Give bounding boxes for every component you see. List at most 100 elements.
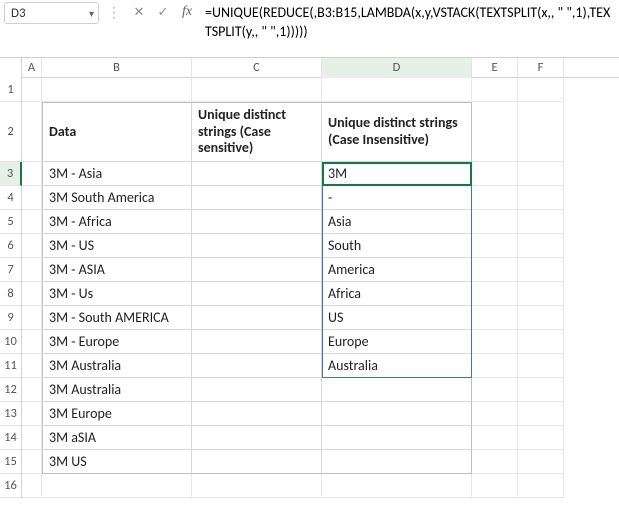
cell[interactable] xyxy=(192,378,322,402)
cell[interactable] xyxy=(22,102,42,162)
cell[interactable]: 3M - Europe xyxy=(42,330,192,354)
cell[interactable] xyxy=(518,402,564,426)
cell[interactable]: Unique distinct strings (Case Insensitiv… xyxy=(322,102,472,162)
cell[interactable] xyxy=(22,354,42,378)
col-header-D[interactable]: D xyxy=(322,58,472,80)
cell[interactable] xyxy=(22,330,42,354)
cell[interactable] xyxy=(22,186,42,210)
cell[interactable] xyxy=(22,234,42,258)
cell[interactable] xyxy=(22,378,42,402)
cell[interactable]: 3M aSIA xyxy=(42,426,192,450)
cell[interactable]: America xyxy=(322,258,472,282)
cell[interactable] xyxy=(192,282,322,306)
col-header-F[interactable]: F xyxy=(518,58,564,80)
row-header-3[interactable]: 3 xyxy=(0,162,22,186)
cell[interactable] xyxy=(472,354,518,378)
cell[interactable] xyxy=(472,426,518,450)
cell[interactable] xyxy=(472,378,518,402)
cell[interactable] xyxy=(322,402,472,426)
cell[interactable] xyxy=(192,474,322,498)
cell[interactable] xyxy=(518,210,564,234)
cell[interactable] xyxy=(472,78,518,102)
cell[interactable] xyxy=(192,402,322,426)
cell[interactable] xyxy=(472,234,518,258)
cell[interactable] xyxy=(472,210,518,234)
cell[interactable]: 3M - US xyxy=(42,234,192,258)
cell[interactable]: 3M US xyxy=(42,450,192,474)
chevron-down-icon[interactable]: ▾ xyxy=(87,7,96,20)
row-header-2[interactable]: 2 xyxy=(0,102,21,162)
cell[interactable] xyxy=(518,78,564,102)
cell[interactable]: Africa xyxy=(322,282,472,306)
row-header-15[interactable]: 15 xyxy=(0,450,21,474)
cell[interactable] xyxy=(518,474,564,498)
cell[interactable] xyxy=(472,402,518,426)
col-header-B[interactable]: B xyxy=(42,58,192,80)
cell[interactable] xyxy=(22,474,42,498)
cell[interactable] xyxy=(192,354,322,378)
cell[interactable] xyxy=(518,306,564,330)
cell[interactable]: 3M xyxy=(322,162,472,186)
cell[interactable] xyxy=(192,450,322,474)
cell[interactable]: Asia xyxy=(322,210,472,234)
cell[interactable]: 3M - Asia xyxy=(42,162,192,186)
cell[interactable] xyxy=(518,162,564,186)
cell[interactable]: 3M Australia xyxy=(42,354,192,378)
cell[interactable] xyxy=(192,210,322,234)
cell[interactable]: Europe xyxy=(322,330,472,354)
cell[interactable]: 3M - South AMERICA xyxy=(42,306,192,330)
cell[interactable] xyxy=(192,234,322,258)
cell[interactable] xyxy=(472,306,518,330)
cell[interactable]: - xyxy=(322,186,472,210)
cell[interactable] xyxy=(472,282,518,306)
cell[interactable] xyxy=(518,102,564,162)
cell[interactable]: 3M - ASIA xyxy=(42,258,192,282)
cell[interactable] xyxy=(22,450,42,474)
cell[interactable] xyxy=(322,378,472,402)
cell[interactable] xyxy=(22,426,42,450)
row-header-14[interactable]: 14 xyxy=(0,426,21,450)
row-header-7[interactable]: 7 xyxy=(0,258,21,282)
cell[interactable] xyxy=(22,306,42,330)
cell[interactable] xyxy=(322,474,472,498)
name-box[interactable]: D3 ▾ xyxy=(4,2,99,24)
cell[interactable] xyxy=(472,330,518,354)
cell[interactable] xyxy=(22,162,42,186)
row-header-16[interactable]: 16 xyxy=(0,474,21,498)
cell[interactable] xyxy=(22,78,42,102)
cell[interactable] xyxy=(192,426,322,450)
row-header-5[interactable]: 5 xyxy=(0,210,21,234)
cells-area[interactable]: DataUnique distinct strings (Case sensit… xyxy=(22,78,564,498)
cell[interactable] xyxy=(472,162,518,186)
cell[interactable]: Unique distinct strings (Case sensitive) xyxy=(192,102,322,162)
cell[interactable] xyxy=(472,474,518,498)
cell[interactable] xyxy=(518,426,564,450)
row-header-8[interactable]: 8 xyxy=(0,282,21,306)
cell[interactable] xyxy=(518,378,564,402)
cell[interactable]: 3M - Africa xyxy=(42,210,192,234)
cell[interactable]: 3M Europe xyxy=(42,402,192,426)
cell[interactable]: South xyxy=(322,234,472,258)
cell[interactable] xyxy=(192,186,322,210)
row-header-10[interactable]: 10 xyxy=(0,330,21,354)
cell[interactable] xyxy=(518,450,564,474)
cell[interactable] xyxy=(322,78,472,102)
cell[interactable] xyxy=(472,186,518,210)
cell[interactable] xyxy=(22,282,42,306)
cancel-icon[interactable]: ✕ xyxy=(129,2,149,22)
cell[interactable]: US xyxy=(322,306,472,330)
formula-input[interactable]: =UNIQUE(REDUCE(,B3:B15,LAMBDA(x,y,VSTACK… xyxy=(201,2,615,44)
check-icon[interactable]: ✓ xyxy=(153,2,173,22)
cell[interactable] xyxy=(472,450,518,474)
cell[interactable] xyxy=(518,354,564,378)
cell[interactable] xyxy=(518,282,564,306)
cell[interactable] xyxy=(518,330,564,354)
fx-icon[interactable]: fx xyxy=(177,2,197,22)
row-header-6[interactable]: 6 xyxy=(0,234,21,258)
col-header-A[interactable]: A xyxy=(22,58,42,80)
row-header-1[interactable]: 1 xyxy=(0,78,21,102)
cell[interactable] xyxy=(192,258,322,282)
cell[interactable] xyxy=(192,162,322,186)
row-header-11[interactable]: 11 xyxy=(0,354,21,378)
cell[interactable]: 3M South America xyxy=(42,186,192,210)
